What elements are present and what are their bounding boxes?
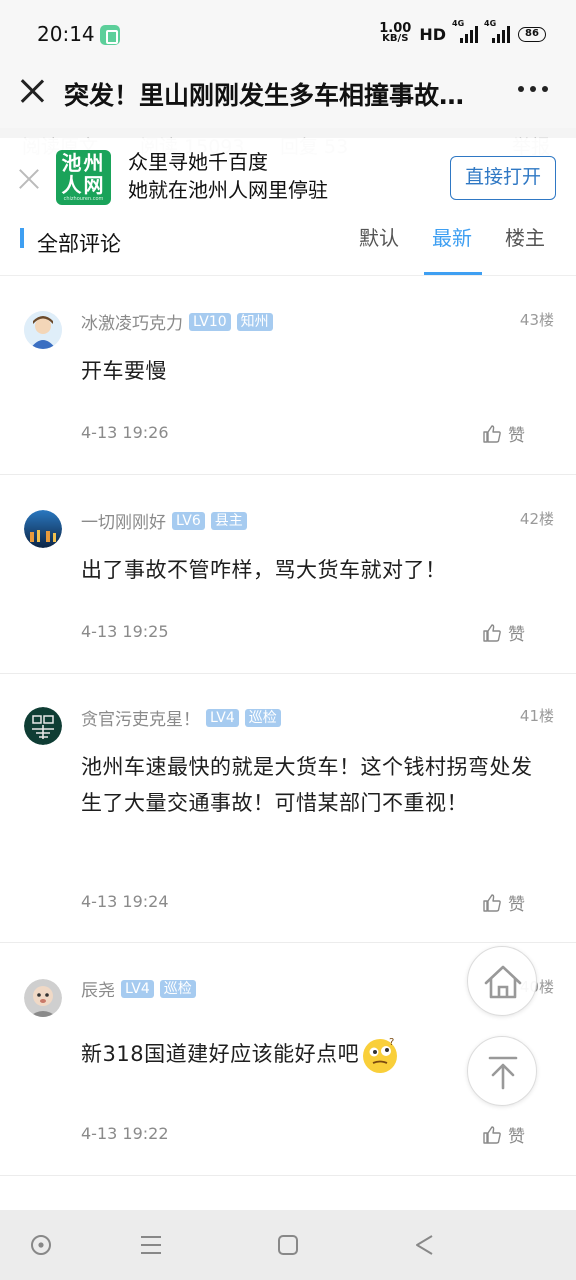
like-button[interactable]: 赞 (482, 890, 525, 915)
like-label: 赞 (508, 1127, 525, 1147)
like-label: 赞 (508, 895, 525, 915)
comment-text: 池州车速最快的就是大货车！这个钱村拐弯处发生了大量交通事故！可惜某部门不重视！ (81, 755, 533, 815)
home-icon (484, 965, 522, 999)
comment-time: 4-13 19:25 (81, 622, 169, 641)
author-name[interactable]: 一切刚刚好 (81, 508, 166, 533)
comment-time: 4-13 19:26 (81, 423, 169, 442)
signal-type-label-2: 4G (484, 19, 497, 28)
back-triangle-icon (416, 1235, 433, 1255)
nav-home-button[interactable] (275, 1232, 301, 1258)
floor-number: 41楼 (519, 707, 554, 725)
title-badge: 巡检 (159, 979, 196, 998)
floor-number: 43楼 (519, 311, 554, 329)
banner-close-button[interactable] (16, 166, 42, 192)
status-time: 20:14 (37, 22, 95, 46)
notification-app-icon (100, 25, 120, 45)
comment-author: 冰激凌巧克力 LV10 知州 (81, 309, 273, 334)
app-promo-banner: 池州 人网 chizhouren.com 众里寻她千百度 她就在池州人网里停驻 … (0, 138, 576, 224)
thinking-emoji-icon: ? (363, 1037, 398, 1073)
like-button[interactable]: 赞 (482, 1122, 525, 1147)
avatar[interactable] (24, 707, 62, 745)
comment-author: 一切刚刚好 LV6 县主 (81, 508, 247, 533)
avatar[interactable] (24, 979, 62, 1017)
nav-menu-button[interactable] (138, 1232, 164, 1258)
thumbs-up-icon (483, 623, 501, 642)
tab-latest[interactable]: 最新 (432, 222, 472, 251)
battery-icon: 86 (518, 26, 546, 42)
comment-author: 辰尧 LV4 巡检 (81, 976, 196, 1001)
thumbs-up-icon (483, 1125, 501, 1144)
comment-text: 新318国道建好应该能好点吧 (81, 1042, 360, 1066)
back-to-top-button[interactable] (467, 1036, 537, 1106)
banner-slogan-line1: 众里寻她千百度 (128, 150, 268, 174)
logo-domain: chizhouren.com (63, 196, 104, 202)
status-icons: 1.00 KB/S HD 4G 4G 86 (379, 19, 546, 44)
title-badge: 县主 (210, 511, 247, 530)
banner-slogan: 众里寻她千百度 她就在池州人网里停驻 (128, 148, 328, 204)
comment-item: 一切刚刚好 LV6 县主 42楼 出了事故不管咋样，骂大货车就对了！ 4-13 … (0, 476, 576, 674)
app-logo: 池州 人网 chizhouren.com (56, 150, 111, 205)
square-icon (278, 1235, 298, 1255)
system-nav-bar (0, 1210, 576, 1280)
avatar[interactable] (24, 510, 62, 548)
nav-back-button[interactable] (412, 1232, 438, 1258)
comment-author: 贪官污吏克星！ LV4 巡检 (81, 705, 281, 730)
comments-header: 全部评论 默认 最新 楼主 (0, 224, 576, 276)
logo-text-line2: 人网 (61, 173, 106, 197)
hd-indicator: HD (419, 24, 446, 44)
comment-text: 出了事故不管咋样，骂大货车就对了！ (81, 558, 447, 582)
thumbs-up-icon (483, 893, 501, 912)
nav-assistant-button[interactable] (28, 1232, 54, 1258)
avatar[interactable] (24, 311, 62, 349)
comment-time: 4-13 19:22 (81, 1124, 169, 1143)
level-badge: LV6 (172, 511, 205, 530)
active-tab-indicator (424, 272, 482, 275)
author-name[interactable]: 辰尧 (81, 976, 115, 1001)
circle-dot-icon (31, 1235, 51, 1255)
home-button[interactable] (467, 946, 537, 1016)
like-button[interactable]: 赞 (482, 620, 525, 645)
dot-icon (530, 86, 536, 92)
tab-default[interactable]: 默认 (359, 222, 399, 251)
level-badge: LV4 (206, 708, 239, 727)
like-label: 赞 (508, 426, 525, 446)
signal-icon-2: 4G (484, 19, 510, 43)
close-button[interactable] (16, 74, 48, 106)
like-label: 赞 (508, 625, 525, 645)
level-badge: LV10 (189, 312, 231, 331)
thumbs-up-icon (483, 424, 501, 443)
dot-icon (518, 86, 524, 92)
title-badge: 知州 (236, 312, 273, 331)
more-options-button[interactable] (518, 86, 548, 92)
comment-item: 冰激凌巧克力 LV10 知州 43楼 开车要慢 4-13 19:26 赞 (0, 277, 576, 475)
signal-icon: 4G (452, 19, 478, 43)
title-bar: 突发！里山刚刚发生多车相撞事故… (0, 70, 576, 128)
title-badge: 巡检 (244, 708, 281, 727)
author-name[interactable]: 冰激凌巧克力 (81, 309, 183, 334)
comment-text: 开车要慢 (81, 359, 167, 383)
open-app-button[interactable]: 直接打开 (450, 156, 556, 200)
comment-item: 贪官污吏克星！ LV4 巡检 41楼 池州车速最快的就是大货车！这个钱村拐弯处发… (0, 675, 576, 943)
level-badge: LV4 (121, 979, 154, 998)
section-accent-bar (20, 228, 24, 248)
tab-owner[interactable]: 楼主 (505, 222, 545, 251)
arrow-up-icon (488, 1056, 518, 1090)
network-speed-unit: KB/S (382, 33, 409, 44)
banner-slogan-line2: 她就在池州人网里停驻 (128, 178, 328, 202)
status-bar: 20:14 1.00 KB/S HD 4G 4G 86 (0, 0, 576, 70)
floor-number: 42楼 (519, 510, 554, 528)
network-speed: 1.00 KB/S (379, 22, 411, 44)
comment-time: 4-13 19:24 (81, 892, 169, 911)
dot-icon (542, 86, 548, 92)
menu-icon (141, 1236, 161, 1254)
section-title: 全部评论 (37, 232, 121, 256)
like-button[interactable]: 赞 (482, 421, 525, 446)
logo-text-line1: 池州 (61, 151, 106, 175)
author-name[interactable]: 贪官污吏克星！ (81, 705, 200, 730)
signal-type-label: 4G (452, 19, 465, 28)
page-title: 突发！里山刚刚发生多车相撞事故… (64, 81, 465, 110)
svg-text:?: ? (389, 1037, 395, 1048)
